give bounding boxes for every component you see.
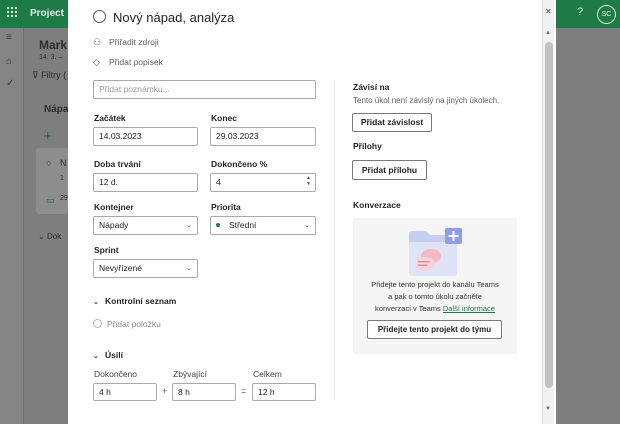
effort-completed-input[interactable]: 4 h — [93, 383, 157, 401]
priority-dot-icon — [216, 223, 220, 227]
end-date-input[interactable]: 29.03.2023 — [210, 127, 316, 146]
teams-folder-illustration-icon — [409, 228, 462, 276]
card-calendar-icon: ▭ — [46, 195, 55, 205]
home-icon[interactable]: ⌂ — [6, 56, 12, 67]
attachments-label: Přílohy — [353, 141, 382, 151]
dependencies-text: Tento úkol není závislý na jiných úkolec… — [353, 96, 500, 105]
checklist-radio-icon — [93, 319, 102, 328]
card-subtext: 1 — [60, 175, 64, 182]
add-attachment-button[interactable]: Přidat přílohu — [352, 160, 427, 180]
card-radio-icon[interactable]: ○ — [46, 158, 51, 168]
person-icon: ⚇ — [93, 37, 102, 47]
avatar[interactable]: SC — [597, 5, 616, 24]
add-to-team-button[interactable]: Přidejte tento projekt do týmu — [367, 320, 502, 339]
left-rail: ≡ ⌂ ✓ — [0, 28, 24, 424]
card-date: 29 — [60, 195, 68, 202]
learn-more-link[interactable]: Další informace — [443, 304, 495, 313]
scroll-down-icon[interactable]: ▼ — [545, 406, 551, 412]
start-date-input[interactable]: 14.03.2023 — [93, 127, 198, 146]
checklist-toggle[interactable]: ⌄ Kontrolní seznam — [93, 296, 176, 306]
filter-icon: ⊽ — [32, 70, 39, 80]
conversation-panel: Přidejte tento projekt do kanálu Teams a… — [353, 218, 517, 354]
chevron-down-icon: ⌄ — [93, 353, 99, 360]
add-checklist-item[interactable]: Přidat položku — [93, 319, 161, 329]
bucket-value: Nápady — [99, 220, 129, 230]
plus-sign: + — [162, 386, 168, 396]
scroll-up-icon[interactable]: ▲ — [545, 30, 551, 36]
sprint-select[interactable]: Nevyřízené ⌄ — [93, 259, 198, 278]
check-icon[interactable]: ✓ — [6, 78, 14, 89]
percent-stepper[interactable]: 4 ▲ ▼ — [210, 173, 316, 192]
scroll-thumb[interactable] — [545, 42, 553, 388]
task-title[interactable]: Nový nápad, analýza — [113, 10, 234, 25]
chevron-down-icon: ⌄ — [186, 265, 192, 272]
plan-title: Mark — [39, 38, 68, 52]
sprint-label: Sprint — [94, 245, 119, 255]
conversation-text-3-main: konverzaci v Teams — [375, 304, 441, 313]
effort-remaining-input[interactable]: 8 h — [172, 383, 236, 401]
effort-label: Úsilí — [105, 350, 123, 360]
tag-label: Přidat popisek — [109, 57, 163, 67]
conversation-text-2: a pak o tomto úkolu začněte — [388, 292, 482, 301]
bucket-label: Kontejner — [94, 202, 134, 212]
sprint-value: Nevyřízené — [99, 263, 142, 273]
priority-label: Priorita — [211, 202, 241, 212]
add-item-placeholder: Přidat položku — [107, 319, 161, 329]
chevron-down-icon: ⌄ — [38, 232, 45, 241]
effort-completed-label: Dokončeno — [94, 369, 138, 379]
completed-section[interactable]: ⌄ Dok — [38, 232, 61, 241]
add-tag[interactable]: ◇ Přidat popisek — [93, 57, 163, 68]
bucket-select[interactable]: Nápady ⌄ — [93, 216, 198, 235]
bucket-title: Nápa — [44, 104, 69, 115]
notes-input[interactable]: Přidat poznámku... — [93, 80, 316, 99]
card-task-title: N — [60, 158, 67, 168]
effort-total-input: 12 h — [252, 383, 316, 401]
add-task-button[interactable]: + — [44, 128, 52, 143]
filter-button[interactable]: ⊽ Filtry ( — [32, 70, 66, 81]
start-label: Začátek — [94, 113, 126, 123]
add-dependency-button[interactable]: Přidat závislost — [352, 113, 432, 132]
chevron-down-icon: ⌄ — [186, 222, 192, 229]
effort-toggle[interactable]: ⌄ Úsilí — [93, 350, 123, 360]
conversation-text-1: Přidejte tento projekt do kanálu Teams — [371, 280, 499, 289]
percent-value: 4 — [216, 177, 221, 187]
help-icon[interactable]: ? — [577, 6, 583, 18]
effort-remaining-label: Zbývající — [173, 369, 208, 379]
duration-input[interactable]: 12 d. — [93, 173, 198, 192]
equals-sign: = — [241, 386, 247, 396]
priority-value: Střední — [229, 220, 257, 230]
effort-total-label: Celkem — [253, 369, 282, 379]
tag-icon: ◇ — [93, 57, 100, 67]
dependencies-label: Závisí na — [353, 82, 390, 92]
conversation-label: Konverzace — [353, 200, 401, 210]
dialog-scrollbar[interactable]: ▲ ▼ — [542, 0, 554, 424]
percent-label: Dokončeno % — [211, 159, 268, 169]
stepper-arrows-icon[interactable]: ▲ ▼ — [306, 175, 311, 187]
column-divider — [334, 80, 335, 400]
end-label: Konec — [211, 113, 237, 123]
app-name[interactable]: Project — [30, 8, 64, 19]
checklist-label: Kontrolní seznam — [105, 296, 177, 306]
complete-task-radio[interactable] — [93, 10, 106, 23]
priority-select[interactable]: Střední ⌄ — [210, 216, 316, 235]
close-icon[interactable]: ✕ — [545, 7, 552, 16]
app-launcher-icon[interactable] — [7, 7, 17, 17]
conversation-text-3: konverzaci v Teams Další informace — [353, 304, 517, 313]
chevron-down-icon: ⌄ — [93, 299, 99, 306]
assign-resources[interactable]: ⚇ Přiřadit zdroji — [93, 37, 159, 48]
assign-label: Přiřadit zdroji — [109, 37, 159, 47]
chevron-down-icon: ⌄ — [304, 222, 310, 229]
plan-dates: 14. 3. – — [39, 54, 63, 61]
duration-label: Doba trvání — [94, 159, 141, 169]
hamburger-icon[interactable]: ≡ — [6, 32, 12, 43]
